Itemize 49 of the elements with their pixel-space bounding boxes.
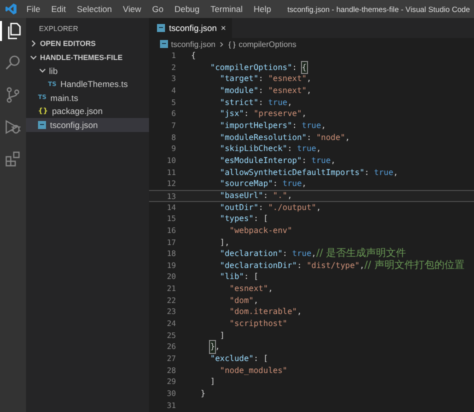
code-line: "allowSyntheticDefaultImports": true, [218,166,400,178]
code-line: "target": "esnext", [218,73,312,85]
editor-tab[interactable]: tsconfig.json × [149,18,232,38]
menu-item[interactable]: Selection [71,4,118,14]
code-line: ], [218,236,231,248]
code-line: "importHelpers": true, [218,120,327,132]
breadcrumb-item[interactable]: tsconfig.json [171,40,216,48]
code-line: "declaration": true,// 是否生成声明文件 [218,248,408,260]
code-line: "esModuleInterop": true, [218,154,337,167]
chevron-icon [218,40,226,48]
code-line: "webpack-env" [228,224,294,236]
code-line: }, [209,341,221,354]
code-line: "scripthost" [228,318,288,330]
code-line: { [190,50,197,62]
menu-item[interactable]: Terminal [205,4,248,14]
code-line: ] [209,376,216,388]
code-line: "module": "esnext", [218,84,312,97]
menu-item[interactable]: Debug [168,4,206,14]
code-line: "node_modules" [218,364,288,376]
code-line: ] [218,330,226,342]
config-file-icon [160,40,168,48]
code-line: "compilerOptions": { [209,62,308,74]
code-line: "lib": [ [218,271,260,284]
code-line: "dom.iterable", [228,306,303,318]
menu-item[interactable]: Edit [46,4,72,14]
code-line: "skipLibCheck": true, [218,143,322,155]
menu-item[interactable]: File [21,4,46,14]
code-line: "moduleResolution": "node", [218,132,351,144]
code-line: "exclude": [ [209,353,270,365]
app-logo-icon [5,3,17,15]
code-line: "esnext", [228,283,274,295]
menu-item[interactable]: Help [248,4,277,14]
menu-item[interactable]: Go [146,4,169,14]
tree-item[interactable]: tsconfig.json [26,118,149,132]
code-line: "outDir": "./output", [218,202,322,214]
close-icon[interactable]: × [220,23,226,33]
code-line: "declarationDir": "dist/type",// 声明文件打包的位置 [218,260,466,272]
code-line: "types": [ [218,213,270,225]
menu-item[interactable]: View [117,4,147,14]
config-file-icon [157,24,165,32]
code-line: "dom", [228,294,260,306]
config-file-icon [38,120,46,129]
folder-item[interactable]: lib [26,64,149,78]
breadcrumb-item[interactable]: compilerOptions [238,40,296,48]
code-line: "sourceMap": true, [218,178,308,190]
code-line: "jsx": "preserve", [218,108,308,120]
code-line: "baseUrl": ".", [218,190,294,201]
code-line: "strict": true, [218,96,294,108]
code-line: } [200,388,206,400]
